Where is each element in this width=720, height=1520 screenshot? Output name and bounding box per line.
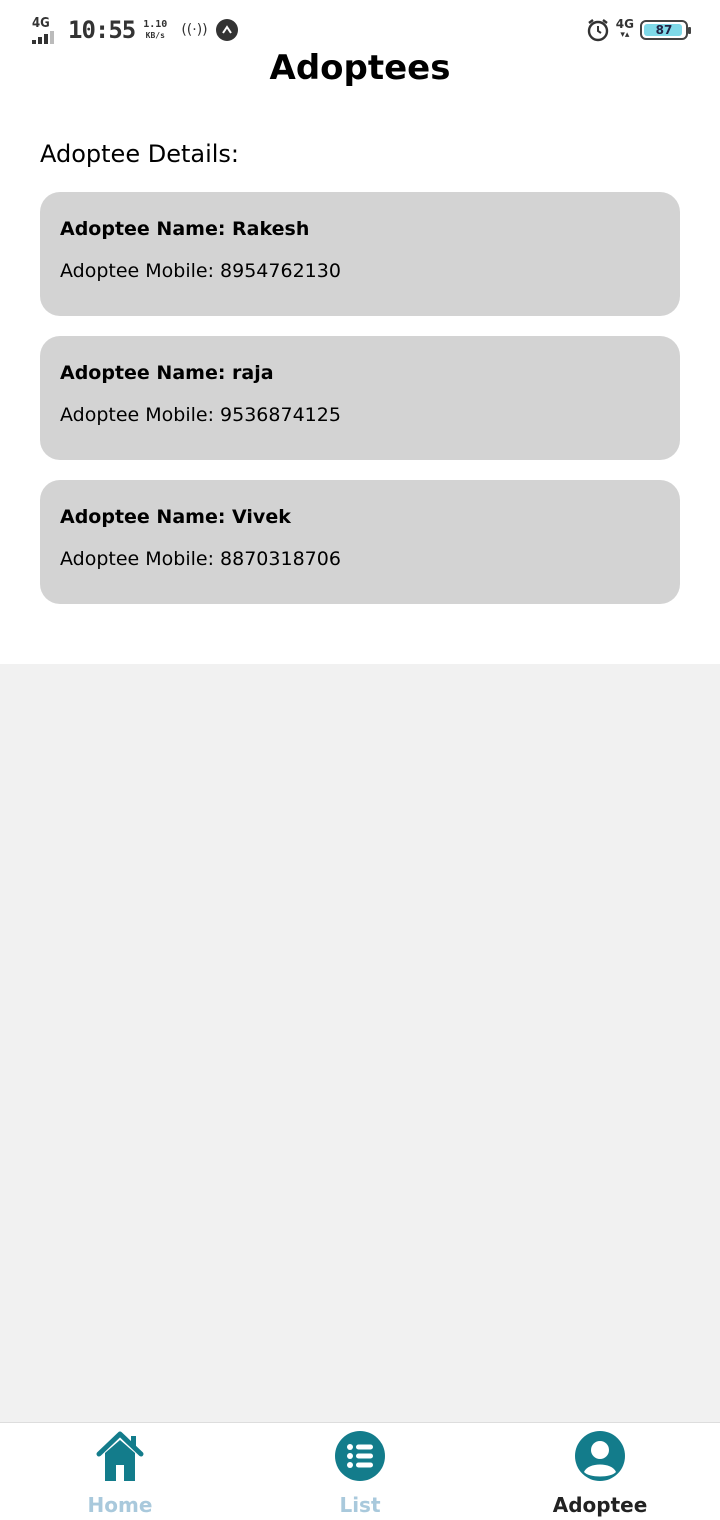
adoptee-name: Adoptee Name: Vivek [60, 506, 291, 528]
signal-icon: 4G [30, 14, 62, 46]
adoptee-name: Adoptee Name: Rakesh [60, 218, 310, 240]
vpn-icon [215, 19, 238, 41]
nav-home[interactable]: Home [0, 1423, 240, 1520]
nav-list[interactable]: List [240, 1423, 480, 1520]
nav-list-label: List [339, 1493, 381, 1517]
page-title: Adoptees [269, 48, 451, 88]
bottom-nav: Home List Adoptee [0, 1422, 720, 1520]
network-speed: 1.10 KB/s [143, 19, 167, 41]
home-icon [96, 1431, 144, 1481]
speed-value: 1.10 [143, 19, 168, 30]
network-type: 4G [32, 16, 50, 31]
section-title: Adoptee Details: [40, 140, 240, 168]
adoptee-name: Adoptee Name: raja [60, 362, 274, 384]
nav-adoptee-label: Adoptee [552, 1493, 648, 1517]
clock: 10:55 [68, 16, 136, 44]
adoptee-mobile: Adoptee Mobile: 8954762130 [60, 260, 341, 282]
battery-icon: 87 [640, 20, 691, 40]
nav-home-label: Home [87, 1493, 153, 1517]
adoptee-mobile: Adoptee Mobile: 9536874125 [60, 404, 341, 426]
adoptee-card[interactable]: Adoptee Name: raja Adoptee Mobile: 95368… [40, 336, 680, 460]
mobile-data-icon: 4G ▾▴ [615, 17, 634, 40]
user-circle-icon [575, 1431, 625, 1481]
alarm-icon [587, 19, 608, 42]
nav-adoptee[interactable]: Adoptee [480, 1423, 720, 1520]
network-type-right: 4G [615, 17, 634, 31]
adoptee-mobile: Adoptee Mobile: 8870318706 [60, 548, 341, 570]
adoptee-card[interactable]: Adoptee Name: Rakesh Adoptee Mobile: 895… [40, 192, 680, 316]
speed-unit: KB/s [145, 31, 165, 40]
hotspot-icon: ((·)) [181, 22, 208, 38]
battery-level: 87 [655, 23, 673, 37]
list-icon [335, 1431, 385, 1481]
adoptee-card[interactable]: Adoptee Name: Vivek Adoptee Mobile: 8870… [40, 480, 680, 604]
